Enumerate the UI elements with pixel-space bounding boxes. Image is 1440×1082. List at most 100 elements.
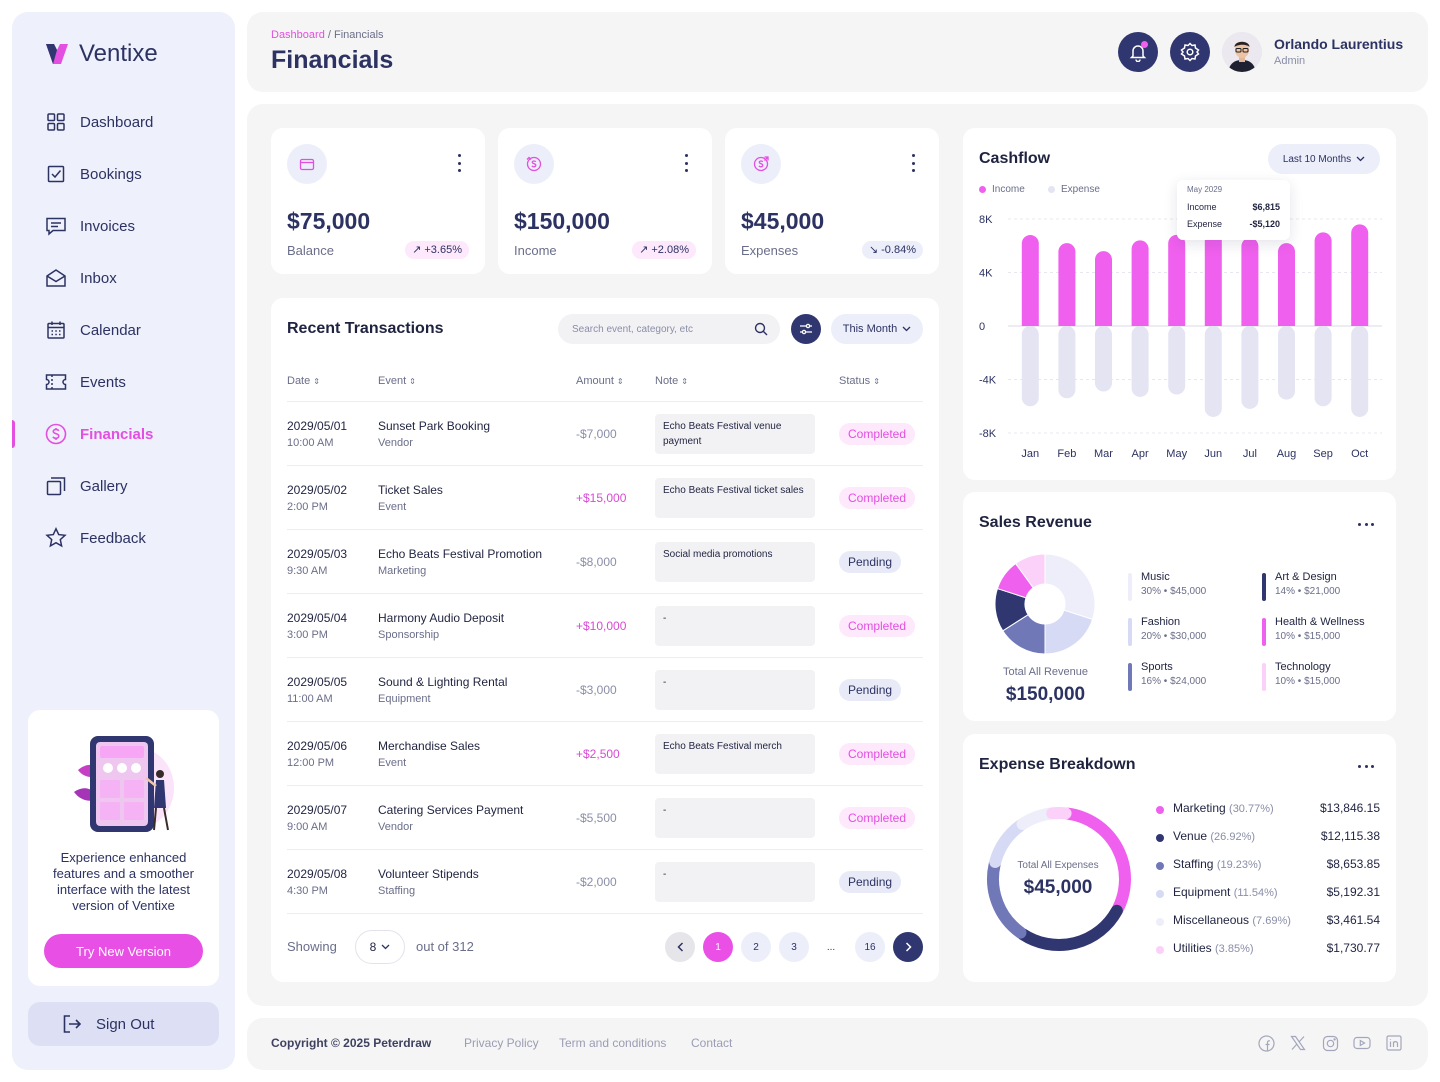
settings-button[interactable]: [1170, 32, 1210, 72]
page-button-3[interactable]: 3: [779, 932, 809, 962]
column-label: Amount: [576, 375, 614, 387]
sidebar-item-inbox[interactable]: Inbox: [12, 252, 235, 304]
income-bar[interactable]: [1095, 251, 1112, 326]
sidebar-item-calendar[interactable]: Calendar: [12, 304, 235, 356]
search-icon[interactable]: [754, 322, 768, 336]
donut-segment[interactable]: [1016, 807, 1056, 830]
sign-out-button[interactable]: Sign Out: [28, 1002, 219, 1046]
expense-bar[interactable]: [1204, 326, 1222, 417]
income-bar[interactable]: [1314, 232, 1332, 326]
more-options-button[interactable]: [457, 154, 461, 172]
sidebar-item-events[interactable]: Events: [12, 356, 235, 408]
income-bar[interactable]: [1241, 237, 1259, 326]
column-header-note[interactable]: Note ⇕: [655, 375, 688, 387]
page-button-2[interactable]: 2: [741, 932, 771, 962]
expense-bar[interactable]: [1131, 326, 1149, 397]
expense-bar[interactable]: [1058, 326, 1076, 399]
expense-bar[interactable]: [1314, 326, 1332, 407]
income-bar[interactable]: [1021, 235, 1039, 326]
instagram-icon[interactable]: [1321, 1034, 1339, 1052]
sidebar-item-gallery[interactable]: Gallery: [12, 460, 235, 512]
page-button-1[interactable]: 1: [703, 932, 733, 962]
expense-bar[interactable]: [1351, 326, 1369, 417]
expense-legend-item: Venue (26.92%) $12,115.38: [1156, 829, 1380, 847]
filter-button[interactable]: [791, 314, 821, 344]
income-bar[interactable]: [1058, 243, 1076, 326]
contact-link[interactable]: Contact: [691, 1036, 732, 1050]
status-badge: Completed: [839, 487, 916, 509]
row-date: 2029/05/04: [287, 611, 348, 625]
sidebar-item-feedback[interactable]: Feedback: [12, 512, 235, 564]
table-row[interactable]: 2029/05/05 11:00 AM Sound & Lighting Renta…: [287, 658, 923, 722]
avatar[interactable]: [1222, 32, 1262, 72]
stat-change-value: -0.84%: [881, 244, 916, 256]
table-row[interactable]: 2029/05/04 3:00 PM Harmony Audio Deposit Sp…: [287, 594, 923, 658]
table-row[interactable]: 2029/05/08 4:30 PM Volunteer Stipends Staff…: [287, 850, 923, 914]
sort-icon: ⇕: [873, 376, 880, 386]
column-header-event[interactable]: Event ⇕: [378, 375, 416, 387]
income-bar[interactable]: [1351, 224, 1369, 326]
more-options-button[interactable]: [684, 154, 688, 172]
expense-bar[interactable]: [1095, 326, 1112, 392]
notifications-button[interactable]: [1118, 32, 1158, 72]
revenue-legend-item: Fashion 20% • $30,000: [1128, 615, 1248, 647]
income-bar[interactable]: [1168, 234, 1186, 326]
expense-name-wrap: Utilities (3.85%): [1173, 941, 1254, 955]
sidebar-item-invoices[interactable]: Invoices: [12, 200, 235, 252]
stat-label: Balance: [287, 243, 334, 258]
more-options-button[interactable]: [1358, 522, 1374, 526]
linkedin-icon[interactable]: [1385, 1034, 1403, 1052]
donut-segment[interactable]: [1016, 904, 1123, 951]
x-icon[interactable]: [1289, 1034, 1307, 1052]
pie-slice[interactable]: [1044, 609, 1094, 655]
next-page-button[interactable]: [893, 932, 923, 962]
expense-bar[interactable]: [1021, 326, 1039, 407]
income-bar[interactable]: [1278, 243, 1295, 326]
column-header-status[interactable]: Status ⇕: [839, 375, 880, 387]
breadcrumb-dashboard-link[interactable]: Dashboard: [271, 29, 325, 41]
expense-percent: (3.85%): [1215, 943, 1254, 955]
sidebar-item-bookings[interactable]: Bookings: [12, 148, 235, 200]
facebook-icon[interactable]: [1257, 1034, 1275, 1052]
table-row[interactable]: 2029/05/02 2:00 PM Ticket Sales Event +$15,0…: [287, 466, 923, 530]
logo[interactable]: Ventixe: [45, 40, 158, 68]
try-new-version-button[interactable]: Try New Version: [44, 934, 203, 968]
more-options-button[interactable]: [1358, 764, 1374, 768]
row-category: Vendor: [378, 437, 413, 449]
expense-bar[interactable]: [1278, 326, 1295, 400]
privacy-policy-link[interactable]: Privacy Policy: [464, 1036, 539, 1050]
pie-slice[interactable]: [1044, 553, 1096, 621]
terms-link[interactable]: Term and conditions: [559, 1036, 666, 1050]
expense-bar[interactable]: [1168, 326, 1186, 395]
column-header-amount[interactable]: Amount ⇕: [576, 375, 624, 387]
legend-swatch: [1156, 918, 1164, 926]
expense-bar[interactable]: [1241, 326, 1259, 409]
row-date: 2029/05/07: [287, 803, 348, 817]
per-page-select[interactable]: 8: [355, 930, 405, 964]
column-header-date[interactable]: Date ⇕: [287, 375, 320, 387]
youtube-icon[interactable]: [1353, 1034, 1371, 1052]
table-row[interactable]: 2029/05/06 12:00 PM Merchandise Sales Event…: [287, 722, 923, 786]
sidebar-item-dashboard[interactable]: Dashboard: [12, 96, 235, 148]
table-row[interactable]: 2029/05/07 9:00 AM Catering Services Payme…: [287, 786, 923, 850]
period-dropdown[interactable]: This Month: [831, 314, 923, 344]
trend-up-icon: ↗: [639, 244, 649, 256]
table-row[interactable]: 2029/05/03 9:30 AM Echo Beats Festival Pro…: [287, 530, 923, 594]
income-bar-base: [1168, 318, 1186, 326]
more-options-button[interactable]: [911, 154, 915, 172]
row-category: Marketing: [378, 565, 427, 577]
income-bar[interactable]: [1204, 232, 1222, 326]
sidebar-item-financials[interactable]: Financials: [12, 408, 235, 460]
notification-dot: [1141, 41, 1148, 48]
table-row[interactable]: 2029/05/01 10:00 AM Sunset Park Booking Ven…: [287, 402, 923, 466]
donut-segment[interactable]: [989, 819, 1027, 868]
income-bar[interactable]: [1131, 240, 1149, 326]
category-name: Art & Design: [1275, 571, 1337, 583]
search-input[interactable]: [572, 323, 742, 335]
page-button-16[interactable]: 16: [855, 932, 885, 962]
prev-page-button[interactable]: [665, 932, 695, 962]
row-time: 9:00 AM: [287, 821, 328, 833]
expense-breakdown-title: Expense Breakdown: [979, 756, 1136, 773]
category-detail: 30% • $45,000: [1141, 586, 1207, 597]
expense-value: $8,653.85: [1326, 857, 1380, 871]
